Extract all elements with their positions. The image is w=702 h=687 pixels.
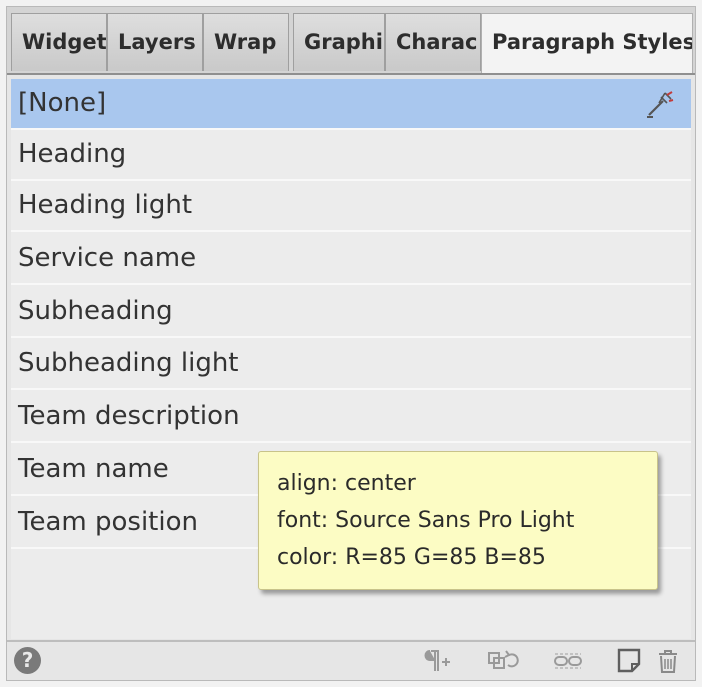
style-label: Subheading light <box>18 348 239 378</box>
style-row-heading[interactable]: Heading <box>11 130 691 181</box>
tab-label: Paragraph Styles <box>492 30 693 54</box>
tab-label: Wrap <box>214 30 277 54</box>
tab-wrap[interactable]: Wrap <box>203 13 289 71</box>
sync-styles-icon[interactable] <box>487 647 519 675</box>
paragraph-override-icon[interactable] <box>419 647 451 675</box>
tab-widget[interactable]: Widget <box>11 13 107 71</box>
style-row-heading-light[interactable]: Heading light <box>11 181 691 232</box>
style-label: Team name <box>18 454 169 484</box>
style-label: Heading <box>18 139 127 169</box>
link-styles-icon[interactable] <box>552 647 584 675</box>
panel-tab-bar: Widget Layers Wrap Graphi Charac Paragra… <box>7 7 695 75</box>
trash-icon[interactable] <box>652 647 684 675</box>
new-style-icon[interactable] <box>615 647 647 675</box>
style-row-subheading[interactable]: Subheading <box>11 287 691 338</box>
tab-label: Widget <box>22 30 107 54</box>
tab-character[interactable]: Charac <box>385 13 481 71</box>
panel-footer: ? <box>7 642 695 680</box>
tab-label: Charac <box>396 30 478 54</box>
style-label: Subheading <box>18 296 173 326</box>
tooltip-font: font: Source Sans Pro Light <box>277 508 575 533</box>
tab-paragraph-styles[interactable]: Paragraph Styles <box>481 13 693 73</box>
quick-apply-icon[interactable] <box>645 89 675 119</box>
style-row-service-name[interactable]: Service name <box>11 234 691 285</box>
help-icon[interactable]: ? <box>14 647 41 674</box>
tab-label: Graphi <box>304 30 383 54</box>
tab-graphic[interactable]: Graphi <box>293 13 385 71</box>
tab-layers[interactable]: Layers <box>107 13 203 71</box>
style-row-team-description[interactable]: Team description <box>11 392 691 443</box>
tab-label: Layers <box>118 30 196 54</box>
tooltip-align: align: center <box>277 471 416 496</box>
style-label: Team position <box>18 507 198 537</box>
style-label: Team description <box>18 401 240 431</box>
style-label: Heading light <box>18 190 193 220</box>
style-row-subheading-light[interactable]: Subheading light <box>11 339 691 390</box>
style-info-tooltip: align: center font: Source Sans Pro Ligh… <box>258 451 658 590</box>
style-label: Service name <box>18 243 197 273</box>
style-row-none[interactable]: [None] <box>11 79 691 130</box>
style-label: [None] <box>18 88 107 118</box>
tooltip-color: color: R=85 G=85 B=85 <box>277 545 546 570</box>
